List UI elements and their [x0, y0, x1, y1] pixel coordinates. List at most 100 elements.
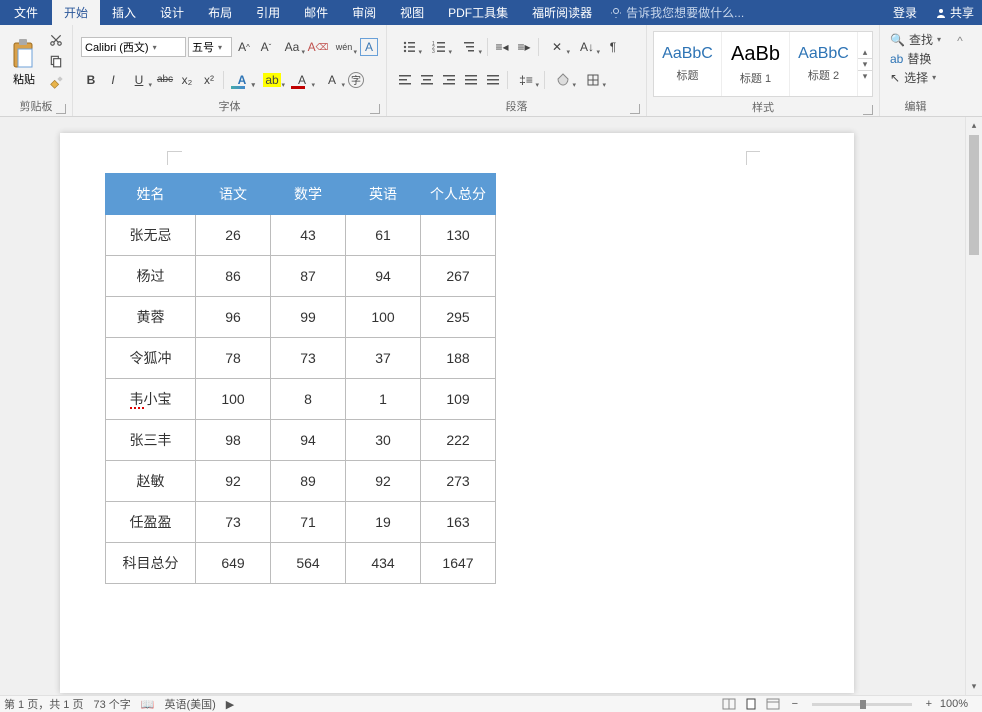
asian-layout-button[interactable]: ✕ [543, 37, 571, 57]
tab-mailings[interactable]: 邮件 [292, 0, 340, 25]
text-effects-button[interactable]: A [228, 70, 256, 90]
paste-button[interactable]: 粘贴 [4, 27, 44, 96]
collapse-ribbon-button[interactable]: ^ [950, 31, 970, 51]
group-paragraph: 123 ≡◂ ≡▸ ✕ A↓ ¶ ‡≡ [387, 25, 647, 116]
vertical-scrollbar[interactable]: ▴ ▾ [965, 117, 982, 695]
gallery-up-button[interactable]: ▴ [858, 47, 872, 58]
superscript-button[interactable]: x² [199, 70, 219, 90]
style-gallery: AaBbC标题 AaBb标题 1 AaBbC标题 2 ▴ ▾ ▾ [653, 31, 873, 97]
change-case-button[interactable]: Aa [278, 37, 306, 57]
tab-view[interactable]: 视图 [388, 0, 436, 25]
language-button[interactable]: 英语(美国) [164, 696, 215, 712]
scroll-thumb[interactable] [969, 135, 979, 255]
tab-references[interactable]: 引用 [244, 0, 292, 25]
align-center-button[interactable] [417, 70, 437, 90]
word-count[interactable]: 73 个字 [93, 696, 130, 712]
select-button[interactable]: ↖选择▾ [890, 69, 941, 86]
sort-button[interactable]: A↓ [573, 37, 601, 57]
strike-button[interactable]: abc [155, 70, 175, 90]
shrink-font-button[interactable]: Aˇ [256, 37, 276, 57]
show-marks-button[interactable]: ¶ [603, 37, 623, 57]
align-justify-button[interactable] [461, 70, 481, 90]
scroll-down-button[interactable]: ▾ [966, 678, 982, 695]
grow-font-button[interactable]: A^ [234, 37, 254, 57]
table-row: 张三丰989430222 [106, 420, 496, 461]
char-shading-button[interactable]: A [318, 70, 346, 90]
page-indicator[interactable]: 第 1 页，共 1 页 [4, 696, 83, 712]
spellcheck-button[interactable]: 📖 [141, 698, 155, 711]
clear-formatting-button[interactable]: A⌫ [308, 37, 328, 57]
align-distribute-button[interactable] [483, 70, 503, 90]
table-row: 赵敏928992273 [106, 461, 496, 502]
bold-button[interactable]: B [81, 70, 101, 90]
font-size-combo[interactable]: 五号 [188, 37, 232, 57]
cut-button[interactable] [46, 30, 66, 50]
clipboard-launcher-icon[interactable] [56, 104, 66, 114]
replace-icon: ab [890, 52, 903, 66]
table-header-row: 姓名 语文 数学 英语 个人总分 [106, 174, 496, 215]
tab-home[interactable]: 开始 [52, 0, 100, 25]
styles-launcher-icon[interactable] [863, 105, 873, 115]
highlight-button[interactable]: ab [258, 70, 286, 90]
gallery-down-button[interactable]: ▾ [858, 58, 872, 70]
tab-review[interactable]: 审阅 [340, 0, 388, 25]
indent-increase-button[interactable]: ≡▸ [514, 37, 534, 57]
group-font: Calibri (西文) 五号 A^ Aˇ Aa A⌫ wén A B I U … [73, 25, 387, 116]
style-title[interactable]: AaBbC标题 [654, 32, 722, 96]
macro-button[interactable]: ▶ [226, 698, 234, 711]
borders-button[interactable] [579, 70, 607, 90]
char-border-button[interactable]: A [360, 38, 378, 56]
table-row: 杨过868794267 [106, 256, 496, 297]
replace-button[interactable]: ab替换 [890, 50, 941, 67]
phonetic-guide-button[interactable]: wén [330, 37, 358, 57]
svg-text:3: 3 [432, 49, 435, 54]
italic-button[interactable]: I [103, 70, 123, 90]
share-button[interactable]: 共享 [927, 0, 982, 25]
shading-button[interactable] [549, 70, 577, 90]
zoom-slider[interactable] [812, 703, 912, 706]
style-heading1[interactable]: AaBb标题 1 [722, 32, 790, 96]
group-editing: 🔍查找▾ ab替换 ↖选择▾ 编辑 [880, 25, 951, 116]
font-color-button[interactable]: A [288, 70, 316, 90]
tab-insert[interactable]: 插入 [100, 0, 148, 25]
numbering-button[interactable]: 123 [425, 37, 453, 57]
bullets-button[interactable] [395, 37, 423, 57]
cursor-icon: ↖ [890, 71, 900, 85]
table-row: 韦小宝10081109 [106, 379, 496, 420]
zoom-level[interactable]: 100% [940, 698, 968, 710]
tab-design[interactable]: 设计 [148, 0, 196, 25]
zoom-out-button[interactable]: − [784, 697, 806, 711]
font-name-combo[interactable]: Calibri (西文) [81, 37, 186, 57]
search-icon: 🔍 [890, 33, 905, 47]
scroll-up-button[interactable]: ▴ [966, 117, 982, 134]
copy-button[interactable] [46, 51, 66, 71]
format-painter-button[interactable] [46, 73, 66, 93]
score-table[interactable]: 姓名 语文 数学 英语 个人总分 张无忌264361130杨过868794267… [105, 173, 496, 584]
align-right-button[interactable] [439, 70, 459, 90]
tab-layout[interactable]: 布局 [196, 0, 244, 25]
tab-foxit[interactable]: 福昕阅读器 [520, 0, 604, 25]
web-layout-button[interactable] [762, 697, 784, 711]
read-mode-button[interactable] [718, 697, 740, 711]
title-tabs: 文件 开始 插入 设计 布局 引用 邮件 审阅 视图 PDF工具集 福昕阅读器 … [0, 0, 982, 25]
multilevel-button[interactable] [455, 37, 483, 57]
line-spacing-button[interactable]: ‡≡ [512, 70, 540, 90]
gallery-more-button[interactable]: ▾ [858, 70, 872, 82]
tell-me-search[interactable]: 告诉我您想要做什么... [604, 0, 750, 25]
print-layout-button[interactable] [740, 697, 762, 711]
paragraph-launcher-icon[interactable] [630, 104, 640, 114]
subscript-button[interactable]: x₂ [177, 70, 197, 90]
login-button[interactable]: 登录 [883, 0, 927, 25]
enclose-char-button[interactable]: 字 [348, 72, 364, 88]
document-page[interactable]: 姓名 语文 数学 英语 个人总分 张无忌264361130杨过868794267… [60, 133, 854, 693]
zoom-in-button[interactable]: + [918, 697, 940, 711]
style-heading2[interactable]: AaBbC标题 2 [790, 32, 858, 96]
tab-pdf[interactable]: PDF工具集 [436, 0, 520, 25]
table-row: 黄蓉9699100295 [106, 297, 496, 338]
tab-file[interactable]: 文件 [0, 0, 52, 25]
indent-decrease-button[interactable]: ≡◂ [492, 37, 512, 57]
align-left-button[interactable] [395, 70, 415, 90]
font-launcher-icon[interactable] [370, 104, 380, 114]
underline-button[interactable]: U [125, 70, 153, 90]
find-button[interactable]: 🔍查找▾ [890, 31, 941, 48]
